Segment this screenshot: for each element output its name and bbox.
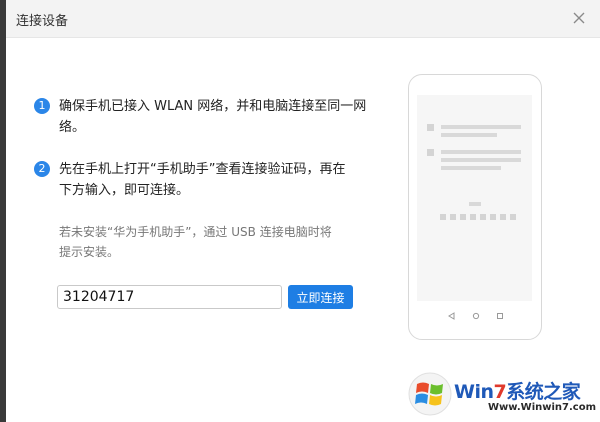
code-digit-placeholder (470, 214, 476, 220)
step-1: 1 确保手机已接入 WLAN 网络，并和电脑连接至同一网 络。 (34, 96, 374, 138)
watermark-brand-win: Win (454, 381, 494, 403)
verification-code-input[interactable] (57, 285, 282, 309)
step-text-line: 络。 (59, 120, 86, 135)
close-icon[interactable] (570, 9, 588, 27)
step-text-line: 下方输入，即可连接。 (59, 183, 190, 198)
placeholder-square (427, 124, 434, 131)
phone-screen (417, 95, 532, 301)
code-digit-placeholder (510, 214, 516, 220)
home-nav-icon (472, 312, 480, 320)
phone-illustration (408, 74, 542, 340)
watermark-brand-seven: 7 (493, 381, 507, 403)
hint-line: 若未安装“华为手机助手”，通过 USB 连接电脑时将 (59, 225, 332, 239)
code-digit-placeholder (480, 214, 486, 220)
placeholder-line (441, 150, 521, 154)
install-hint: 若未安装“华为手机助手”，通过 USB 连接电脑时将 提示安装。 (59, 222, 369, 262)
connect-now-button[interactable]: 立即连接 (288, 285, 353, 309)
step-text-line: 确保手机已接入 WLAN 网络，并和电脑连接至同一网 (59, 99, 367, 114)
code-digit-placeholder (460, 214, 466, 220)
dialog-title: 连接设备 (16, 14, 69, 29)
watermark-brand: Win7系统之家 (454, 377, 581, 404)
code-digit-placeholder (440, 214, 446, 220)
windows-logo-icon (408, 372, 452, 416)
watermark-url: Www.Winwin7.com (488, 402, 597, 413)
code-digit-placeholder (450, 214, 456, 220)
recent-nav-icon (497, 313, 503, 319)
placeholder-line (441, 133, 497, 137)
step-number-badge: 1 (34, 98, 50, 114)
placeholder-square (427, 149, 434, 156)
dialog-titlebar: 连接设备 (6, 0, 600, 38)
placeholder-dash (469, 202, 481, 206)
placeholder-line (441, 166, 501, 170)
back-nav-icon (448, 312, 455, 320)
win7-watermark: Win7系统之家 Www.Winwin7.com (406, 370, 600, 422)
placeholder-line (441, 125, 521, 129)
step-number-badge: 2 (34, 161, 50, 177)
watermark-brand-rest: 系统之家 (506, 381, 581, 403)
code-digit-placeholder (500, 214, 506, 220)
hint-line: 提示安装。 (59, 245, 120, 259)
step-text-line: 先在手机上打开“手机助手”查看连接验证码，再在 (59, 162, 346, 177)
step-2: 2 先在手机上打开“手机助手”查看连接验证码，再在 下方输入，即可连接。 (34, 159, 374, 201)
connect-device-dialog: 连接设备 1 确保手机已接入 WLAN 网络，并和电脑连接至同一网 络。 2 先… (6, 0, 600, 422)
code-digit-placeholder (490, 214, 496, 220)
placeholder-line (441, 158, 521, 162)
